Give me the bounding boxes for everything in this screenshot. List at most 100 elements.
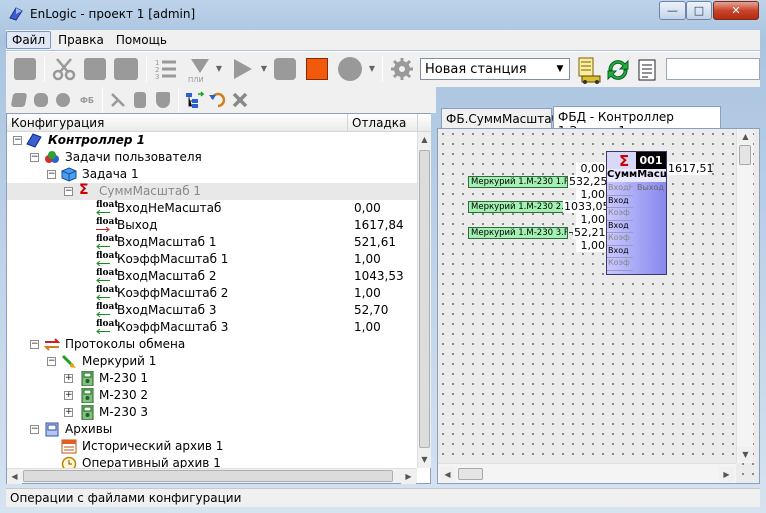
tree-item-controller[interactable]: − Контроллер 1 bbox=[7, 132, 417, 149]
load-station-icon[interactable] bbox=[576, 56, 602, 84]
shield-icon[interactable] bbox=[156, 92, 170, 108]
download-to-controller-icon[interactable]: ПЛИ bbox=[186, 56, 214, 84]
new-icon[interactable] bbox=[14, 58, 36, 80]
cut-icon[interactable] bbox=[52, 57, 76, 81]
canvas-vertical-scrollbar[interactable]: ▲ ▼ bbox=[736, 129, 753, 463]
close-icon[interactable] bbox=[232, 92, 248, 108]
collapse-icon[interactable]: − bbox=[30, 153, 39, 162]
menu-help[interactable]: Помощь bbox=[111, 32, 172, 48]
collapse-icon[interactable]: − bbox=[47, 357, 56, 366]
search-input[interactable] bbox=[666, 58, 760, 80]
collapse-icon[interactable]: − bbox=[64, 187, 73, 196]
scroll-thumb[interactable] bbox=[419, 150, 430, 448]
menu-edit[interactable]: Правка bbox=[53, 32, 109, 48]
collapse-icon[interactable]: − bbox=[30, 425, 39, 434]
scroll-right-icon[interactable]: ▶ bbox=[719, 467, 734, 482]
minimize-button[interactable]: — bbox=[659, 1, 686, 20]
tree-item-variable[interactable]: float ВходМасштаб 1 521,61 bbox=[7, 234, 417, 251]
tree-item-archives[interactable]: − Архивы bbox=[7, 421, 417, 438]
expand-icon[interactable]: + bbox=[64, 408, 73, 417]
fb-pin[interactable]: Коэф bbox=[607, 258, 633, 271]
function-block[interactable]: Σ 001 СуммМасш ВходН Вход Коэф Вход Коэф… bbox=[606, 151, 667, 275]
tab-fbd-task[interactable]: ФБД - Контроллер 1.Задача 1 bbox=[553, 106, 721, 138]
add-task-icon[interactable] bbox=[34, 93, 48, 107]
paste-icon[interactable] bbox=[114, 58, 138, 80]
tab-fb-summ[interactable]: ФБ.СуммМасштаб 1 bbox=[441, 108, 559, 140]
move-tree-icon[interactable] bbox=[184, 91, 204, 109]
numbered-list-icon[interactable]: 123 bbox=[154, 57, 178, 81]
scroll-up-icon[interactable]: ▲ bbox=[738, 129, 753, 144]
source-tag[interactable]: Меркурий 1.М-230 2.Р bbox=[468, 201, 568, 213]
source-tag[interactable]: Меркурий 1.М-230 1.Р bbox=[468, 176, 568, 188]
tree-item-protocol[interactable]: − Меркурий 1 bbox=[7, 353, 417, 370]
fb-output-pin[interactable]: Выход bbox=[637, 183, 664, 192]
canvas-horizontal-scrollbar[interactable]: ◀ ▶ bbox=[438, 463, 736, 483]
tree-item-function-block[interactable]: − Σ СуммМасштаб 1 bbox=[7, 183, 417, 200]
refresh-icon[interactable] bbox=[604, 56, 632, 84]
tree-item-variable[interactable]: float ВходНеМасштаб 0,00 bbox=[7, 200, 417, 217]
fb-pin[interactable]: Коэф bbox=[607, 208, 633, 221]
maximize-button[interactable]: □ bbox=[686, 1, 712, 20]
tree-item-variable[interactable]: float ВходМасштаб 3 52,70 bbox=[7, 302, 417, 319]
scroll-left-icon[interactable]: ◀ bbox=[440, 467, 455, 482]
fb-pin[interactable]: Вход bbox=[607, 221, 633, 233]
gear-icon[interactable] bbox=[390, 57, 414, 81]
chevron-down-icon[interactable]: ▼ bbox=[553, 61, 567, 77]
expand-icon[interactable]: + bbox=[64, 391, 73, 400]
fb-pin[interactable]: Вход bbox=[607, 196, 633, 208]
fb-pin[interactable]: Вход bbox=[607, 246, 633, 258]
scroll-thumb[interactable] bbox=[23, 470, 393, 482]
fbd-canvas[interactable]: Меркурий 1.М-230 1.Р Меркурий 1.М-230 2.… bbox=[437, 128, 760, 484]
input-literal[interactable]: 0,00 bbox=[576, 162, 606, 175]
disable-icon[interactable] bbox=[110, 92, 126, 108]
undo-icon[interactable] bbox=[208, 91, 228, 109]
tree-item-variable[interactable]: float Выход 1617,84 bbox=[7, 217, 417, 234]
collapse-icon[interactable]: − bbox=[30, 340, 39, 349]
scroll-thumb[interactable] bbox=[458, 468, 483, 480]
scroll-left-icon[interactable]: ◀ bbox=[7, 469, 22, 484]
menu-file[interactable]: Файл bbox=[6, 31, 52, 49]
pause-icon[interactable] bbox=[274, 58, 296, 80]
dropdown-arrow-icon[interactable]: ▼ bbox=[260, 63, 268, 73]
copy-icon[interactable] bbox=[84, 58, 106, 80]
tree-item-device[interactable]: + М-230 2 bbox=[7, 387, 417, 404]
tree-item-variable[interactable]: float КоэффМасштаб 1 1,00 bbox=[7, 251, 417, 268]
collapse-icon[interactable]: − bbox=[13, 136, 22, 145]
debug-icon[interactable] bbox=[338, 57, 362, 81]
add-protocol-icon[interactable] bbox=[56, 93, 70, 107]
add-controller-icon[interactable] bbox=[10, 93, 28, 107]
close-button[interactable]: ✕ bbox=[713, 1, 759, 20]
tree-item-variable[interactable]: float КоэффМасштаб 3 1,00 bbox=[7, 319, 417, 336]
tree-item-archive[interactable]: Исторический архив 1 bbox=[7, 438, 417, 455]
tree-item-protocols[interactable]: − Протоколы обмена bbox=[7, 336, 417, 353]
scroll-up-icon[interactable]: ▲ bbox=[418, 132, 431, 147]
station-select[interactable]: Новая станция ▼ bbox=[420, 58, 570, 80]
column-header-debug[interactable]: Отладка bbox=[348, 114, 418, 132]
tree-item-archive[interactable]: Оперативный архив 1 bbox=[7, 455, 417, 468]
dropdown-arrow-icon[interactable]: ▼ bbox=[368, 63, 376, 73]
tree-item-device[interactable]: + М-230 3 bbox=[7, 404, 417, 421]
delete-icon[interactable] bbox=[134, 92, 146, 108]
input-literal[interactable]: 1,00 bbox=[576, 239, 606, 252]
add-fb-icon[interactable]: ФБ bbox=[78, 93, 96, 107]
scroll-right-icon[interactable]: ▶ bbox=[401, 469, 416, 484]
expand-icon[interactable]: + bbox=[64, 374, 73, 383]
tree-horizontal-scrollbar[interactable]: ◀ ▶ bbox=[7, 468, 417, 484]
source-tag[interactable]: Меркурий 1.М-230 3.Р bbox=[468, 227, 568, 239]
fb-pin[interactable]: ВходН bbox=[607, 183, 633, 196]
tree-vertical-scrollbar[interactable]: ▲ ▼ bbox=[417, 132, 431, 468]
collapse-icon[interactable]: − bbox=[47, 170, 56, 179]
report-icon[interactable] bbox=[636, 58, 658, 82]
tree-item-variable[interactable]: float КоэффМасштаб 2 1,00 bbox=[7, 285, 417, 302]
input-literal[interactable]: 1,00 bbox=[576, 213, 606, 226]
tree-item-variable[interactable]: float ВходМасштаб 2 1043,53 bbox=[7, 268, 417, 285]
stop-icon[interactable] bbox=[306, 58, 328, 80]
tree-item-user-tasks[interactable]: − Задачи пользователя bbox=[7, 149, 417, 166]
column-header-configuration[interactable]: Конфигурация bbox=[7, 114, 348, 132]
dropdown-arrow-icon[interactable]: ▼ bbox=[215, 63, 223, 73]
scroll-down-icon[interactable]: ▼ bbox=[418, 452, 431, 467]
run-icon[interactable] bbox=[230, 57, 254, 81]
scroll-down-icon[interactable]: ▼ bbox=[738, 447, 753, 462]
tree-item-device[interactable]: + М-230 1 bbox=[7, 370, 417, 387]
tree-item-task[interactable]: − Задача 1 bbox=[7, 166, 417, 183]
